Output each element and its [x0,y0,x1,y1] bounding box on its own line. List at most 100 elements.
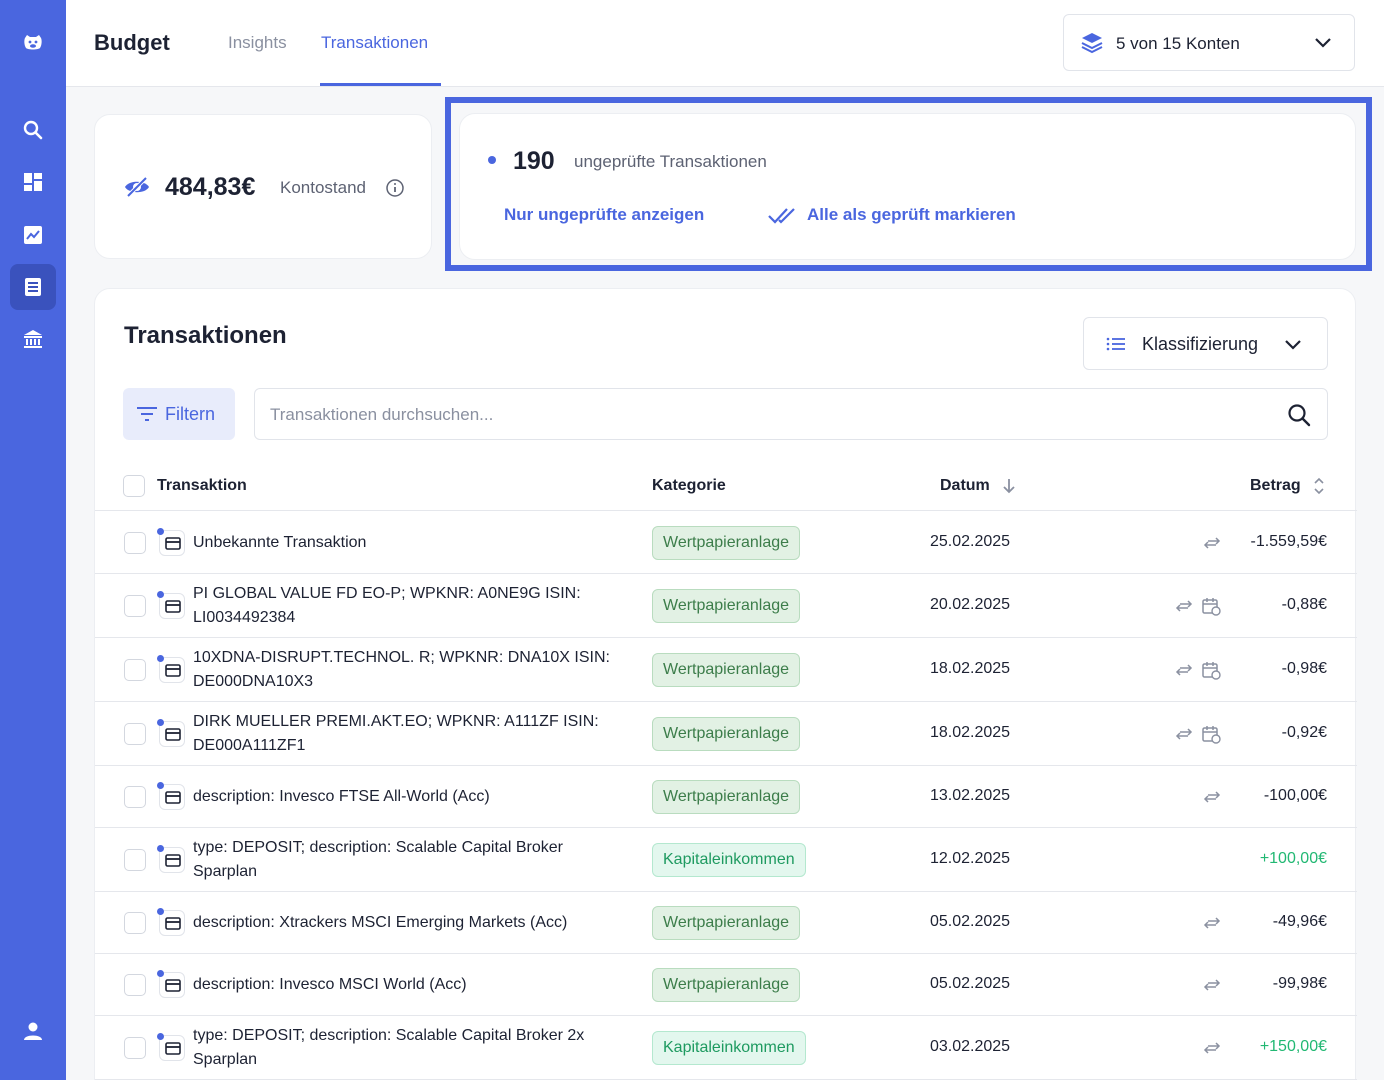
transfer-icon [1203,979,1221,991]
transaction-date: 05.02.2025 [930,975,1011,992]
row-checkbox[interactable] [124,595,146,617]
mark-all-reviewed-link[interactable]: Alle als geprüft markieren [807,205,1016,225]
transaction-date: 03.02.2025 [930,1038,1011,1055]
select-all-checkbox[interactable] [123,475,145,497]
transfer-icon [1203,537,1221,549]
calendar-recurring-icon [1202,726,1221,744]
transaction-amount: -100,00€ [1263,787,1327,804]
dashboard-icon[interactable] [10,159,56,205]
chevron-down-icon [1285,340,1301,350]
tab-transaktionen[interactable]: Transaktionen [321,33,428,53]
unreviewed-dot [157,908,164,915]
transaction-description: 10XDNA-DISRUPT.TECHNOL. R; WPKNR: DNA10X… [193,649,610,690]
row-checkbox[interactable] [124,974,146,996]
category-badge[interactable]: Wertpapieranlage [652,589,801,623]
category-badge[interactable]: Wertpapieranlage [652,906,801,940]
search-icon[interactable] [1286,402,1312,428]
card-icon [157,782,185,810]
transactions-title: Transaktionen [124,322,287,349]
row-checkbox[interactable] [124,912,146,934]
table-row[interactable]: DIRK MUELLER PREMI.AKT.EO; WPKNR: A111ZF… [95,702,1357,766]
transactions-card: Transaktionen Klassifizierung Filtern Tr… [94,288,1357,1080]
category-badge[interactable]: Wertpapieranlage [652,526,801,560]
transfer-icon [1175,664,1193,676]
accounts-selector[interactable]: 5 von 15 Konten [1063,14,1355,71]
table-row[interactable]: type: DEPOSIT; description: Scalable Cap… [95,828,1357,892]
transaction-date: 18.02.2025 [930,724,1011,741]
table-row[interactable]: description: Xtrackers MSCI Emerging Mar… [95,892,1357,954]
category-badge[interactable]: Wertpapieranlage [652,653,801,687]
accounts-label: 5 von 15 Konten [1116,34,1240,53]
unreviewed-dot [157,1033,164,1040]
transaction-date: 05.02.2025 [930,913,1011,930]
category-badge[interactable]: Wertpapieranlage [652,717,801,751]
transactions-icon[interactable] [10,264,56,310]
category-badge[interactable]: Kapitaleinkommen [652,1031,806,1065]
transaction-description: description: Invesco MSCI World (Acc) [193,976,467,993]
transaction-amount: -0,98€ [1281,660,1327,677]
brand-title: Budget [94,30,170,55]
card-icon [157,908,185,936]
category-badge[interactable]: Wertpapieranlage [652,968,801,1002]
unreviewed-dot [157,655,164,662]
search-input[interactable]: Transaktionen durchsuchen... [254,388,1328,440]
double-check-icon [768,208,795,224]
filter-button[interactable]: Filtern [123,388,235,440]
layers-icon [1081,33,1103,54]
transaction-amount: +150,00€ [1259,1038,1327,1055]
row-checkbox[interactable] [124,723,146,745]
classification-dropdown[interactable]: Klassifizierung [1083,317,1328,370]
table-header: Transaktion Kategorie Datum Betrag [95,469,1357,511]
card-icon [157,591,185,619]
logo-icon[interactable] [10,20,56,66]
row-checkbox[interactable] [124,532,146,554]
table-row[interactable]: description: Invesco FTSE All-World (Acc… [95,766,1357,828]
bank-icon[interactable] [10,316,56,362]
unreviewed-dot [157,845,164,852]
user-icon[interactable] [10,1008,56,1054]
row-checkbox[interactable] [124,1037,146,1059]
column-transaction[interactable]: Transaktion [157,477,247,495]
transaction-date: 13.02.2025 [930,787,1011,804]
unreviewed-dot [157,970,164,977]
search-icon[interactable] [10,107,56,153]
transaction-amount: -0,92€ [1281,724,1327,741]
classification-label: Klassifizierung [1142,334,1259,354]
unreviewed-dot [157,719,164,726]
balance-card: 484,83€ Kontostand [94,114,432,259]
transaction-description: PI GLOBAL VALUE FD EO-P; WPKNR: A0NE9G I… [193,585,581,626]
card-icon [157,970,185,998]
unreviewed-dot [157,591,164,598]
column-amount[interactable]: Betrag [1250,477,1301,495]
transfer-icon [1203,791,1221,803]
table-row[interactable]: description: Invesco MSCI World (Acc) We… [95,954,1357,1016]
column-category[interactable]: Kategorie [652,477,726,495]
table-row[interactable]: Unbekannte Transaktion Wertpapieranlage … [95,512,1357,574]
filter-label: Filtern [165,404,216,424]
transfer-icon [1175,600,1193,612]
calendar-recurring-icon [1202,662,1221,680]
tab-insights[interactable]: Insights [228,33,287,53]
transaction-date: 18.02.2025 [930,660,1011,677]
row-checkbox[interactable] [124,849,146,871]
show-unreviewed-link[interactable]: Nur ungeprüfte anzeigen [504,205,704,225]
arrow-down-icon[interactable] [1001,477,1017,495]
category-badge[interactable]: Wertpapieranlage [652,780,801,814]
card-icon [157,1033,185,1061]
table-row[interactable]: 10XDNA-DISRUPT.TECHNOL. R; WPKNR: DNA10X… [95,638,1357,702]
eye-off-icon[interactable] [123,175,151,199]
transaction-amount: -49,96€ [1272,913,1327,930]
sort-icon[interactable] [1313,476,1325,496]
filter-icon [137,407,157,421]
row-checkbox[interactable] [124,786,146,808]
table-row[interactable]: type: DEPOSIT; description: Scalable Cap… [95,1016,1357,1080]
row-checkbox[interactable] [124,659,146,681]
chart-icon[interactable] [10,212,56,258]
unreviewed-count: 190 [513,147,555,175]
category-badge[interactable]: Kapitaleinkommen [652,843,806,877]
column-date[interactable]: Datum [940,477,990,495]
transaction-date: 25.02.2025 [930,533,1011,550]
info-icon[interactable] [385,178,405,198]
table-row[interactable]: PI GLOBAL VALUE FD EO-P; WPKNR: A0NE9G I… [95,574,1357,638]
unreviewed-card: 190 ungeprüfte Transaktionen Nur ungeprü… [459,113,1356,260]
